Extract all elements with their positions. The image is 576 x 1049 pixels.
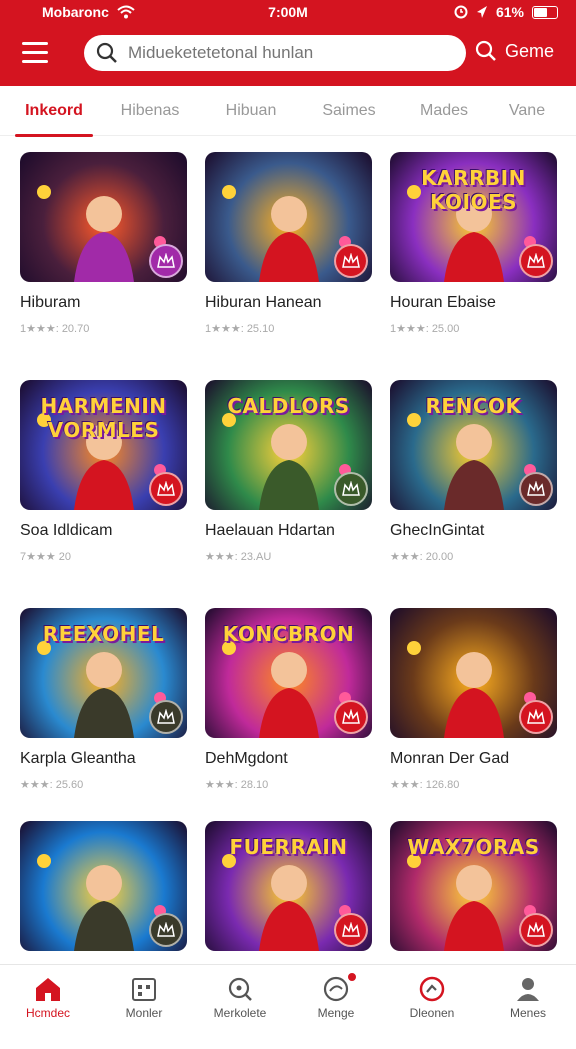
game-rating: ★★★: 126.80 xyxy=(390,779,460,791)
tab-hibuan[interactable]: Hibuan xyxy=(221,86,281,135)
game-card[interactable]: Hiburan Hanean 1★★★: 25.10 xyxy=(205,152,372,380)
game-thumbnail: KONCBRON xyxy=(205,608,372,738)
alarm-icon xyxy=(454,5,468,19)
crown-badge-icon xyxy=(519,472,553,506)
crown-badge-icon xyxy=(334,472,368,506)
game-card[interactable]: Monran Der Gad ★★★: 126.80 xyxy=(390,608,557,821)
game-thumbnail xyxy=(390,608,557,738)
game-logo-text: KARRBIN KOIOES xyxy=(421,166,526,214)
search-icon xyxy=(96,42,117,63)
game-logo-text: WAX7ORAS xyxy=(407,835,540,859)
notification-dot xyxy=(346,971,358,983)
nav-item-merkolete[interactable]: Merkolete xyxy=(192,965,288,1024)
game-card[interactable]: CALDLORS Haelauan Hdartan ★★★: 23.AU xyxy=(205,380,372,608)
battery-label: 61% xyxy=(495,4,524,20)
game-card[interactable]: REEXOHEL Karpla Gleantha ★★★: 25.60 xyxy=(20,608,187,821)
tab-inkeord[interactable]: Inkeord xyxy=(15,86,93,137)
game-thumbnail: RENCOK xyxy=(390,380,557,510)
crown-badge-icon xyxy=(334,700,368,734)
crown-badge-icon xyxy=(334,244,368,278)
game-logo-text: FUERRAIN xyxy=(229,835,348,859)
game-title: Hiburan Hanean xyxy=(205,294,322,311)
nav-item-menge[interactable]: Menge xyxy=(288,965,384,1024)
status-right: 61% xyxy=(454,4,558,20)
game-thumbnail xyxy=(20,821,187,951)
game-card[interactable]: KARRBIN KOIOES Houran Ebaise 1★★★: 25.00 xyxy=(390,152,557,380)
crown-badge-icon xyxy=(149,244,183,278)
crown-badge-icon xyxy=(519,700,553,734)
game-logo-text: RENCOK xyxy=(425,394,522,418)
game-thumbnail: HARMENIN VORMLES xyxy=(20,380,187,510)
game-rating: ★★★: 23.AU xyxy=(205,551,272,563)
crown-badge-icon xyxy=(519,244,553,278)
hamburger-menu-button[interactable] xyxy=(22,42,48,64)
game-grid: Hiburam 1★★★: 20.70 Hiburan Hanean 1★★★: 25… xyxy=(20,152,560,1049)
tab-saimes[interactable]: Saimes xyxy=(317,86,381,135)
crown-badge-icon xyxy=(149,700,183,734)
header-search-game-button[interactable]: Geme xyxy=(475,40,554,62)
search-icon xyxy=(475,40,496,61)
status-bar: Mobaronc 7:00M 61% xyxy=(0,0,576,24)
home-icon xyxy=(36,978,60,1001)
crown-badge-icon xyxy=(334,913,368,947)
game-rating: 1★★★: 25.10 xyxy=(205,323,275,335)
header-action-label: Geme xyxy=(504,40,554,61)
bottom-navigation: Hcmdec Monler Merkolete Menge Dleonen Me… xyxy=(0,964,576,1024)
tab-mades[interactable]: Mades xyxy=(417,86,471,135)
game-rating: 7★★★ 20 xyxy=(20,551,71,563)
game-thumbnail: KARRBIN KOIOES xyxy=(390,152,557,282)
dashboard-icon xyxy=(419,976,445,1002)
location-icon xyxy=(476,6,487,18)
search-icon xyxy=(228,977,252,1001)
nav-item-menes[interactable]: Menes xyxy=(480,965,576,1024)
game-title: Hiburam xyxy=(20,294,81,311)
nav-item-home[interactable]: Hcmdec xyxy=(0,965,96,1024)
game-title: Soa Idldicam xyxy=(20,522,113,539)
nav-item-dleonen[interactable]: Dleonen xyxy=(384,965,480,1024)
game-logo-text: KONCBRON xyxy=(222,622,355,646)
search-input[interactable] xyxy=(128,43,448,63)
crown-badge-icon xyxy=(149,472,183,506)
search-bar[interactable] xyxy=(84,35,466,71)
game-rating: ★★★: 28.10 xyxy=(205,779,269,791)
tab-vane[interactable]: Vane xyxy=(507,86,547,135)
game-title: Haelauan Hdartan xyxy=(205,522,335,539)
game-rating: ★★★: 20.00 xyxy=(390,551,454,563)
game-title: Monran Der Gad xyxy=(390,750,510,767)
crown-badge-icon xyxy=(149,913,183,947)
tab-hibenas[interactable]: Hibenas xyxy=(117,86,183,135)
game-thumbnail: REEXOHEL xyxy=(20,608,187,738)
game-title: DehMgdont xyxy=(205,750,288,767)
battery-icon xyxy=(532,5,558,19)
game-rating: ★★★: 25.60 xyxy=(20,779,84,791)
game-logo-text: HARMENIN VORMLES xyxy=(40,394,167,442)
game-title: Karpla Gleantha xyxy=(20,750,136,767)
game-rating: 1★★★: 25.00 xyxy=(390,323,460,335)
game-thumbnail: WAX7ORAS xyxy=(390,821,557,951)
category-tabs: Inkeord Hibenas Hibuan Saimes Mades Vane xyxy=(0,86,576,137)
game-thumbnail xyxy=(20,152,187,282)
game-thumbnail: CALDLORS xyxy=(205,380,372,510)
crown-badge-icon xyxy=(519,913,553,947)
nav-item-monler[interactable]: Monler xyxy=(96,965,192,1024)
game-card[interactable]: KONCBRON DehMgdont ★★★: 28.10 xyxy=(205,608,372,821)
app-header: Geme xyxy=(0,24,576,86)
game-card[interactable]: HARMENIN VORMLES Soa Idldicam 7★★★ 20 xyxy=(20,380,187,608)
profile-icon xyxy=(517,978,539,1001)
game-title: GhecInGintat xyxy=(390,522,485,539)
game-card[interactable]: RENCOK GhecInGintat ★★★: 20.00 xyxy=(390,380,557,608)
game-thumbnail xyxy=(205,152,372,282)
game-thumbnail: FUERRAIN xyxy=(205,821,372,951)
game-logo-text: CALDLORS xyxy=(227,394,350,418)
game-card[interactable]: Hiburam 1★★★: 20.70 xyxy=(20,152,187,380)
calendar-icon xyxy=(132,978,156,1001)
game-rating: 1★★★: 20.70 xyxy=(20,323,90,335)
game-title: Houran Ebaise xyxy=(390,294,496,311)
game-logo-text: REEXOHEL xyxy=(42,622,165,646)
